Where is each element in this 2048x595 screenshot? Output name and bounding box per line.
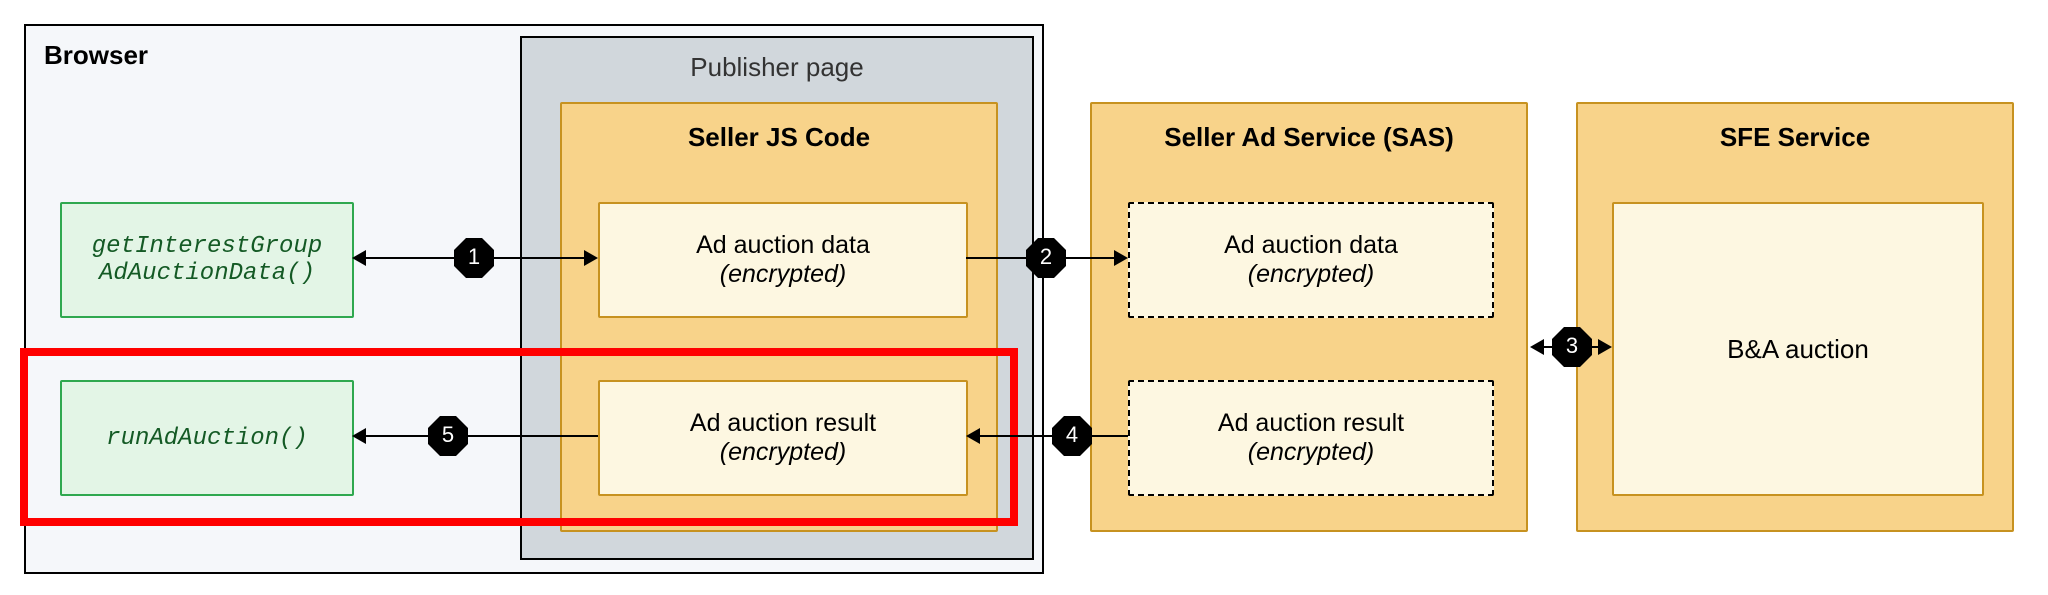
connector-3-arrow-right	[1598, 339, 1612, 355]
seller-js-result-card: Ad auction result (encrypted)	[598, 380, 968, 496]
api-get-line2: AdAuctionData()	[99, 260, 315, 287]
sas-result-line1: Ad auction result	[1218, 409, 1404, 438]
api-run-ad-auction: runAdAuction()	[60, 380, 354, 496]
connector-2-arrow-right	[1114, 250, 1128, 266]
seller-js-result-line2: (encrypted)	[720, 438, 846, 467]
step-badge-2: 2	[1026, 238, 1066, 278]
browser-title: Browser	[44, 40, 148, 71]
sas-result-card: Ad auction result (encrypted)	[1128, 380, 1494, 496]
step-badge-5: 5	[428, 416, 468, 456]
connector-4-arrow-left	[966, 428, 980, 444]
connector-5	[364, 435, 598, 437]
api-run-line1: runAdAuction()	[106, 425, 308, 452]
sas-result-line2: (encrypted)	[1248, 438, 1374, 467]
sfe-title: SFE Service	[1578, 122, 2012, 153]
step-badge-4: 4	[1052, 416, 1092, 456]
connector-1-arrow-left	[352, 250, 366, 266]
sfe-auction-label: B&A auction	[1727, 334, 1869, 365]
connector-1-arrow-right	[584, 250, 598, 266]
api-get-line1: getInterestGroup	[92, 233, 322, 260]
step-badge-1: 1	[454, 238, 494, 278]
connector-5-arrow-left	[352, 428, 366, 444]
diagram-canvas: Browser Publisher page Seller JS Code Ad…	[0, 0, 2048, 595]
step-badge-3: 3	[1552, 327, 1592, 367]
sfe-auction-card: B&A auction	[1612, 202, 1984, 496]
seller-js-title: Seller JS Code	[562, 122, 996, 153]
seller-js-result-line1: Ad auction result	[690, 409, 876, 438]
connector-3-arrow-left	[1530, 339, 1544, 355]
seller-js-data-line1: Ad auction data	[696, 231, 870, 260]
seller-js-data-line2: (encrypted)	[720, 260, 846, 289]
seller-js-data-card: Ad auction data (encrypted)	[598, 202, 968, 318]
publisher-title: Publisher page	[522, 52, 1032, 83]
sas-data-line2: (encrypted)	[1248, 260, 1374, 289]
sas-title: Seller Ad Service (SAS)	[1092, 122, 1526, 153]
sas-data-card: Ad auction data (encrypted)	[1128, 202, 1494, 318]
api-get-interest-group: getInterestGroup AdAuctionData()	[60, 202, 354, 318]
sas-data-line1: Ad auction data	[1224, 231, 1398, 260]
